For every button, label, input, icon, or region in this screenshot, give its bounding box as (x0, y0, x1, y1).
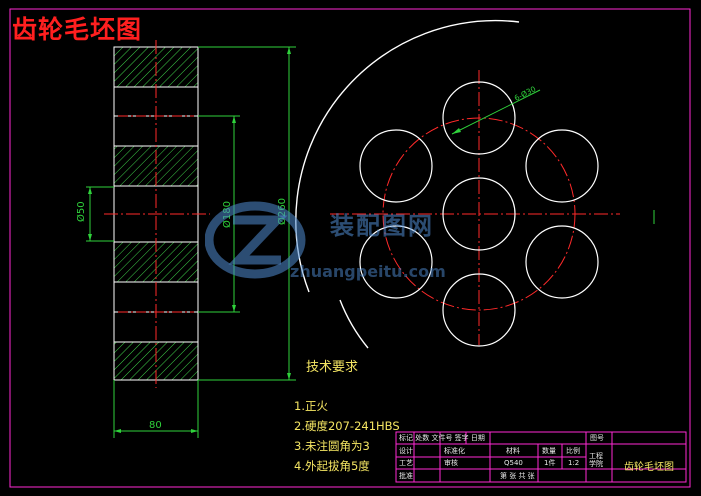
tb-approve: 批准 (399, 472, 413, 480)
dim-holes: 6-Ø30 (513, 84, 538, 103)
tech-note: 2.硬度207-241HBS (294, 419, 400, 433)
watermark-url: zhuangpeitu.com (290, 262, 446, 281)
section-view (104, 40, 210, 388)
drawing-title: 齿轮毛坯图 (12, 15, 143, 44)
tb-part-name: 齿轮毛坯图 (624, 462, 674, 473)
tech-note: 3.未注圆角为3 (294, 439, 370, 453)
tb-material-label: 材料 (506, 447, 520, 455)
watermark-text: 装配图网 (330, 212, 434, 240)
tb-craft: 工艺 (399, 459, 413, 467)
tb-material: Q540 (504, 459, 523, 467)
tb-scale: 1:2 (568, 459, 580, 467)
outer-rim-arc (339, 299, 369, 349)
tb-review: 审核 (444, 459, 458, 467)
tech-requirements-heading: 技术要求 (306, 360, 359, 375)
outer-rim-arc (295, 19, 520, 293)
tech-note: 1.正火 (294, 399, 328, 413)
drawing-border (9, 8, 691, 488)
tb-standard: 标准化 (444, 447, 465, 455)
front-view (295, 19, 655, 349)
dim-d180: Ø180 (221, 201, 233, 228)
tb-scale-label: 比例 (566, 447, 580, 455)
tb-qty: 1件 (544, 459, 556, 467)
dim-width: 80 (149, 420, 162, 431)
tb-header-row: 标记 处数 文件号 签字 日期 (399, 434, 485, 442)
tech-note: 4.外起拔角5度 (294, 459, 370, 473)
tb-company: 工程学院 (589, 452, 603, 469)
tb-sheet: 第 张 共 张 (500, 472, 535, 480)
dim-d260: Ø260 (276, 198, 288, 225)
dim-d50: Ø50 (75, 201, 87, 222)
tb-design: 设计 (399, 447, 413, 455)
tb-qty-label: 数量 (542, 447, 556, 455)
tb-drawing-no-label: 图号 (590, 434, 604, 442)
bolt-hole (359, 129, 433, 203)
